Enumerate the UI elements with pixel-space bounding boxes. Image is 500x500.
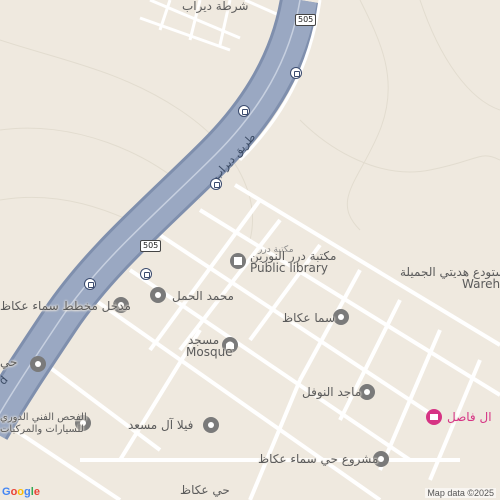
place-mohammed-alhamal[interactable]: محمد الحمل — [172, 290, 234, 303]
library-icon[interactable] — [229, 252, 247, 270]
bus-stop-icon[interactable] — [210, 178, 222, 190]
map-canvas[interactable]: 505 505 طريق ديراب شرطة ديراب مكتبة درر … — [0, 0, 500, 500]
place-samaa-okaz-entrance[interactable]: مدخل مخطط سماء عكاظ — [0, 300, 131, 313]
place-sama-okaz[interactable]: سما عكاظ — [282, 312, 335, 325]
bus-stop-icon[interactable] — [290, 67, 302, 79]
place-majed-alnawfal[interactable]: ماجد النوفل — [302, 386, 361, 399]
bus-stop-icon[interactable] — [84, 278, 96, 290]
bus-stop-icon[interactable] — [140, 268, 152, 280]
route-505-shield-north: 505 — [295, 14, 317, 26]
mosque-sub: Mosque — [186, 345, 233, 359]
district-partial-label[interactable]: حي — [0, 356, 17, 369]
place-icon[interactable] — [202, 416, 220, 434]
residential-streets-south — [0, 183, 500, 500]
map-attribution[interactable]: Map data ©2025 — [425, 488, 496, 498]
district-okaz-label[interactable]: حي عكاظ — [180, 484, 230, 497]
place-warehouse-sub: Wareho — [462, 277, 500, 291]
route-505-shield-south: 505 — [140, 240, 162, 252]
place-project-samaa-okaz[interactable]: مشروع حي سماء عكاظ — [258, 453, 378, 466]
place-icon[interactable] — [149, 286, 167, 304]
police-station-label[interactable]: شرطة ديراب — [182, 0, 248, 13]
place-villa-al-musaad[interactable]: فيلا آل مسعد — [128, 419, 193, 432]
shop-icon[interactable] — [425, 408, 443, 426]
library-sub: Public library — [250, 261, 328, 275]
bus-stop-icon[interactable] — [238, 105, 250, 117]
google-logo: Google — [2, 486, 40, 498]
place-al-fasel[interactable]: ال فاصل — [447, 411, 492, 424]
place-vehicle-inspection-sub: للسيارات والمركبات — [0, 424, 84, 435]
place-icon[interactable] — [29, 355, 47, 373]
